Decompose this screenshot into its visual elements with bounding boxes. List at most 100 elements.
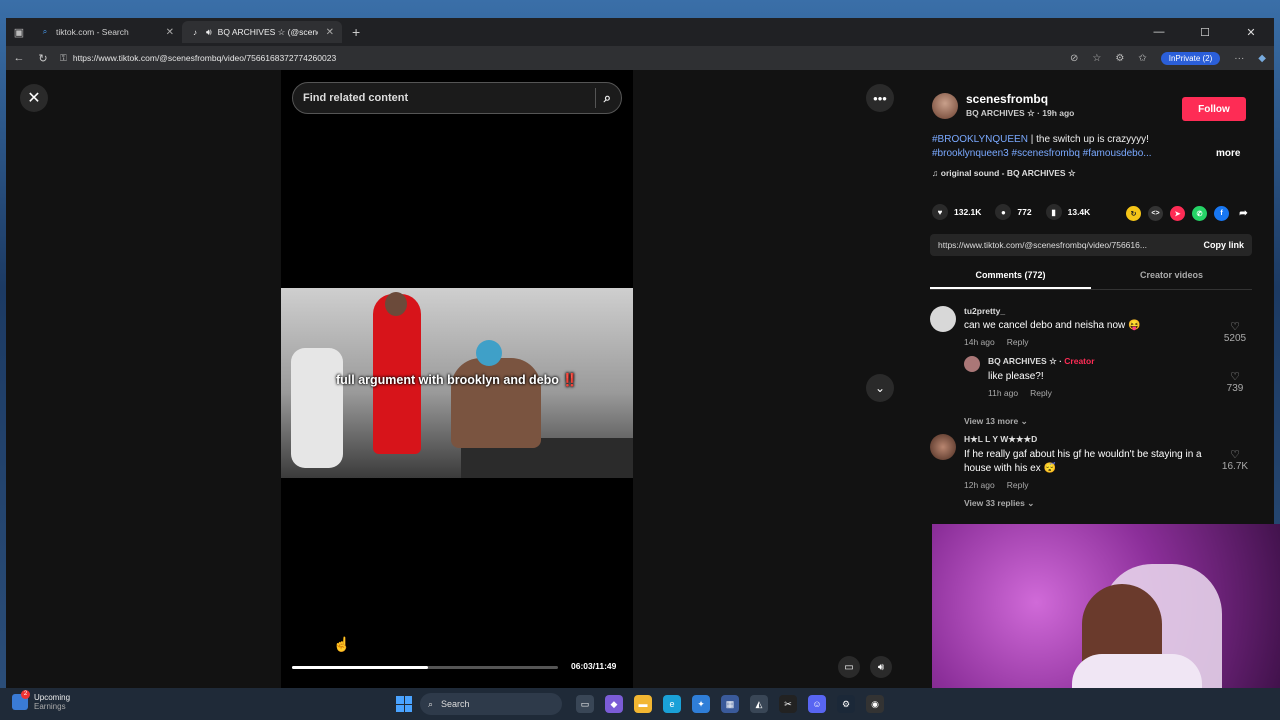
miniplayer-button[interactable]: ▭ — [838, 656, 860, 678]
site-info-icon[interactable]: ⚿ — [60, 53, 67, 64]
audio-playing-icon[interactable]: 🔊︎ — [206, 27, 212, 38]
comment-stat[interactable]: ● 772 — [995, 204, 1032, 220]
music-note-icon: ♫ — [932, 168, 939, 178]
search-placeholder: Find related content — [303, 92, 409, 104]
tab-creator-videos[interactable]: Creator videos — [1091, 266, 1252, 289]
author-info[interactable]: scenesfrombq BQ ARCHIVES ☆ · 19h ago — [932, 92, 1074, 119]
widget-title: Upcoming — [34, 693, 71, 702]
extensions-icon[interactable]: ⚙ — [1115, 53, 1124, 64]
favorite-star-icon[interactable]: ☆ — [1092, 53, 1101, 64]
reply-button[interactable]: Reply — [1007, 337, 1029, 347]
share-arrow-icon[interactable]: ➦ — [1236, 206, 1251, 221]
taskbar-apps: ▭ ◆ ▬ e ✦ ▦ ◭ ✂ ☺ ⚙ ◉ — [576, 695, 884, 713]
settings-more-icon[interactable]: ··· — [1234, 53, 1244, 64]
avatar[interactable] — [932, 92, 958, 119]
hashtag-links[interactable]: #brooklynqueen3 #scenesfrombq #famousdeb… — [932, 148, 1152, 159]
reply-button[interactable]: Reply — [1030, 388, 1052, 398]
heart-outline-icon: ♡ — [1230, 321, 1240, 333]
tab-tiktok-search[interactable]: ⌕ tiktok.com - Search ✕ — [32, 21, 182, 43]
close-window-icon[interactable]: ✕ — [1228, 26, 1274, 39]
tab-comments[interactable]: Comments (772) — [930, 266, 1091, 289]
more-button[interactable]: more — [1216, 148, 1240, 159]
comment-meta: 12h ago Reply — [964, 480, 1226, 490]
news-widget[interactable]: 2 Upcoming Earnings — [12, 690, 71, 711]
save-stat[interactable]: ▮ 13.4K — [1045, 204, 1091, 220]
inprivate-badge[interactable]: InPrivate (2) — [1160, 51, 1221, 65]
close-tab-icon[interactable]: ✕ — [326, 27, 334, 38]
favorites-icon[interactable]: ✩ — [1138, 53, 1146, 64]
mouse-cursor-icon: ☝ — [333, 636, 351, 652]
copilot-icon[interactable]: ◆ — [605, 695, 623, 713]
comment-body: H★L L Y W★★★D If he really gaf about his… — [964, 434, 1226, 509]
url-field[interactable]: ⚿ https://www.tiktok.com/@scenesfrombq/v… — [60, 53, 1060, 64]
store-icon[interactable]: ▦ — [721, 695, 739, 713]
close-tab-icon[interactable]: ✕ — [166, 27, 174, 38]
app-icon[interactable]: ✦ — [692, 695, 710, 713]
obs-icon[interactable]: ◉ — [866, 695, 884, 713]
refresh-icon[interactable]: ↻ — [36, 52, 50, 65]
avatar[interactable] — [964, 356, 980, 372]
repost-icon[interactable]: ↻ — [1126, 206, 1141, 221]
embed-icon[interactable]: <> — [1148, 206, 1163, 221]
save-count: 13.4K — [1067, 207, 1091, 217]
taskbar-search[interactable]: ⌕ Search — [420, 693, 562, 715]
steam-icon[interactable]: ⚙ — [837, 695, 855, 713]
new-tab-button[interactable]: + — [342, 24, 370, 40]
search-divider — [594, 88, 596, 108]
capcut-icon[interactable]: ✂ — [779, 695, 797, 713]
reply-like-count: 739 — [1226, 383, 1244, 394]
comment-username[interactable]: H★L L Y W★★★D — [964, 434, 1226, 445]
comment-like[interactable]: ♡ 5205 — [1218, 320, 1252, 344]
panel-tabs: Comments (772) Creator videos — [930, 266, 1252, 290]
heart-icon: ♥ — [932, 204, 948, 220]
file-explorer-icon[interactable]: ▬ — [634, 695, 652, 713]
back-icon[interactable]: ← — [12, 52, 26, 64]
send-icon[interactable]: ➤ — [1170, 206, 1185, 221]
comment-count: 772 — [1017, 207, 1032, 217]
more-options-button[interactable]: ••• — [866, 84, 894, 112]
view-more-replies[interactable]: View 13 more ⌄ — [964, 416, 1028, 427]
video-player[interactable]: Find related content ⌕ full argument wit… — [281, 70, 633, 688]
share-buttons: ↻ <> ➤ ✆ f ➦ — [1126, 206, 1251, 221]
tab-actions-icon[interactable]: ▣ — [6, 26, 32, 39]
related-search-input[interactable]: Find related content ⌕ — [292, 82, 622, 114]
notification-badge: 2 — [21, 690, 30, 699]
volume-button[interactable]: 🔊︎ — [870, 656, 892, 678]
whatsapp-icon[interactable]: ✆ — [1192, 206, 1207, 221]
maximize-icon[interactable]: ☐ — [1182, 26, 1228, 39]
tab-bq-archives[interactable]: ♪ 🔊︎ BQ ARCHIVES ☆ (@scenesf ✕ — [182, 21, 342, 43]
reply-time: 11h ago — [988, 388, 1019, 398]
video-progress-bar[interactable] — [292, 666, 558, 669]
sound-link[interactable]: ♫ original sound - BQ ARCHIVES ☆ — [932, 168, 1076, 179]
copy-link-button[interactable]: Copy link — [1203, 240, 1244, 250]
next-video-button[interactable]: ⌄ — [866, 374, 894, 402]
avatar[interactable] — [930, 434, 956, 460]
discord-icon[interactable]: ☺ — [808, 695, 826, 713]
follow-button[interactable]: Follow — [1182, 97, 1246, 121]
reply-username[interactable]: BQ ARCHIVES ☆ · Creator — [988, 356, 1218, 367]
miniplayer-icon: ▭ — [844, 661, 854, 673]
comment-username[interactable]: tu2pretty_ — [964, 306, 1226, 316]
comment-time: 12h ago — [964, 480, 995, 490]
tracking-icon[interactable]: ⊘ — [1070, 53, 1078, 64]
hashtag-link[interactable]: #BROOKLYNQUEEN — [932, 134, 1028, 145]
view-more-replies[interactable]: View 33 replies ⌄ — [964, 498, 1226, 509]
task-view-icon[interactable]: ▭ — [576, 695, 594, 713]
game-icon[interactable]: ◭ — [750, 695, 768, 713]
avatar[interactable] — [930, 306, 956, 332]
facebook-icon[interactable]: f — [1214, 206, 1229, 221]
minimize-icon[interactable]: — — [1136, 26, 1182, 39]
search-icon[interactable]: ⌕ — [604, 90, 611, 106]
close-video-button[interactable]: ✕ — [20, 84, 48, 112]
copilot-icon[interactable]: ◆ — [1258, 53, 1266, 64]
like-stat[interactable]: ♥ 132.1K — [932, 204, 981, 220]
sound-name: original sound - BQ ARCHIVES ☆ — [940, 168, 1076, 178]
reply-button[interactable]: Reply — [1007, 480, 1029, 490]
start-button[interactable] — [396, 696, 412, 712]
username[interactable]: scenesfrombq — [966, 92, 1074, 106]
reply-body: BQ ARCHIVES ☆ · Creator like please?! 11… — [988, 356, 1218, 398]
caption-emoji: ‼️ — [562, 373, 578, 387]
edge-icon[interactable]: e — [663, 695, 681, 713]
comment-like[interactable]: ♡ 16.7K — [1218, 448, 1252, 472]
reply-like[interactable]: ♡ 739 — [1218, 370, 1252, 394]
